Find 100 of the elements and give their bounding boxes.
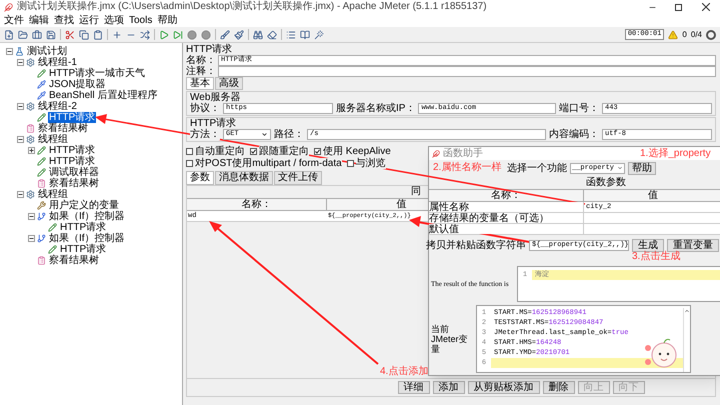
scissors-icon[interactable] [65, 30, 75, 40]
generate-button[interactable]: 生成 [632, 239, 664, 252]
wand-icon[interactable] [314, 30, 324, 40]
field-label: 注释： [186, 66, 216, 77]
tree-item[interactable]: 调试取样器 [48, 167, 100, 178]
tab[interactable]: 文件上传 [274, 171, 322, 185]
tree-item[interactable]: 察看结果树 [48, 255, 100, 266]
menu-item[interactable]: 帮助 [157, 14, 178, 26]
collapse-icon[interactable] [17, 59, 24, 66]
brush-icon[interactable] [220, 30, 230, 40]
menu-item[interactable]: 文件 [4, 14, 24, 26]
collapse-icon[interactable] [28, 235, 35, 242]
tree-item[interactable]: HTTP请求 [48, 112, 96, 123]
tree-item[interactable]: 察看结果树 [37, 123, 89, 134]
annotation-text: 2.属性名称一样 [433, 162, 502, 173]
tree-item[interactable]: 如果（If）控制器 [48, 233, 126, 244]
action-button[interactable]: 从剪贴板添加 [468, 381, 540, 394]
menu-item[interactable]: 编辑 [29, 14, 49, 26]
list-icon[interactable] [286, 30, 296, 40]
pipette-icon [37, 80, 46, 89]
tree-item[interactable]: HTTP请求一城市天气 [48, 68, 146, 79]
collapse-icon[interactable] [17, 191, 24, 198]
pencil-icon [37, 146, 46, 155]
shuffle-icon[interactable] [140, 30, 150, 40]
tree-item[interactable]: HTTP请求 [48, 156, 96, 167]
gear-icon [26, 135, 35, 144]
scroll-up-icon [684, 308, 690, 314]
section-title: 函数参数 [585, 177, 627, 189]
tree-item[interactable]: 线程组 [37, 134, 69, 145]
checkbox-label: 跟随重定向 [259, 146, 309, 156]
pencil-icon [37, 113, 46, 122]
save-icon[interactable] [46, 30, 56, 40]
new-file-icon[interactable] [4, 30, 14, 40]
action-button[interactable]: 详细 [398, 381, 430, 394]
pencil-icon [37, 157, 46, 166]
book-icon[interactable] [300, 30, 310, 40]
briefcase-icon[interactable] [32, 30, 42, 40]
checkbox[interactable] [314, 148, 321, 154]
clipboard-icon [26, 124, 35, 133]
checkbox[interactable] [250, 148, 257, 154]
close-icon[interactable] [702, 3, 710, 11]
tree-item[interactable]: JSON提取器 [48, 79, 107, 90]
action-button[interactable]: 添加 [432, 381, 464, 394]
tab[interactable]: 高级 [215, 77, 243, 90]
pipette-icon [37, 91, 46, 100]
checkbox-label: 与浏览 [356, 158, 386, 168]
menu-item[interactable]: 运行 [79, 14, 99, 26]
tree-item[interactable]: BeanShell 后置处理程序 [48, 90, 158, 101]
menu-item[interactable]: Tools [129, 14, 152, 26]
collapse-icon[interactable] [17, 103, 24, 110]
tree-item[interactable]: 线程组 [37, 189, 69, 200]
flask-icon [15, 47, 24, 56]
skip-forward-icon[interactable] [173, 30, 183, 40]
help-button[interactable]: 帮助 [628, 162, 656, 174]
comment-field[interactable] [218, 66, 716, 77]
collapse-icon[interactable] [6, 48, 13, 55]
gear-icon [26, 102, 35, 111]
field-label: 内容编码： [549, 129, 599, 140]
tree-item[interactable]: HTTP请求 [59, 222, 108, 233]
tree-item[interactable]: 线程组-2 [37, 101, 78, 112]
gear-icon [26, 58, 35, 67]
action-button[interactable]: 删除 [542, 381, 574, 394]
caret-icon [617, 165, 623, 171]
tree-item[interactable]: 用户定义的变量 [48, 200, 120, 211]
stop-icon[interactable] [187, 30, 197, 40]
search-icon[interactable] [253, 30, 263, 40]
annotation-text: 4.点击添加 [380, 366, 428, 377]
app-icon [432, 150, 440, 158]
tab[interactable]: 参数 [186, 171, 214, 185]
collapse-icon[interactable] [17, 136, 24, 143]
eraser-icon[interactable] [267, 30, 277, 40]
menu-item[interactable]: 选项 [104, 14, 124, 26]
folder-icon[interactable] [18, 30, 28, 40]
checkbox[interactable] [186, 148, 193, 154]
wrench-icon [37, 201, 46, 210]
tree-item[interactable]: 如果（If）控制器 [48, 211, 126, 222]
copy-icon[interactable] [79, 30, 89, 40]
tab[interactable]: 基本 [186, 77, 214, 90]
play-icon[interactable] [159, 30, 169, 40]
warning-count: 0 [682, 28, 687, 40]
paintbrush-icon[interactable] [234, 30, 244, 40]
checkbox[interactable] [346, 160, 354, 166]
checkbox[interactable] [186, 160, 193, 166]
plus-icon[interactable] [112, 30, 122, 40]
reset-button[interactable]: 重置变量 [667, 239, 719, 252]
app-icon [4, 2, 13, 12]
tree-item[interactable]: HTTP请求 [48, 145, 96, 156]
clipboard-icon[interactable] [93, 30, 103, 40]
collapse-icon[interactable] [28, 213, 35, 220]
tree-item[interactable]: 察看结果树 [48, 178, 100, 189]
column-header: 名称： [187, 199, 327, 210]
tree-item[interactable]: 线程组-1 [37, 57, 78, 68]
menu-item[interactable]: 查找 [54, 14, 74, 26]
branch-icon [37, 212, 46, 221]
tree-item[interactable]: HTTP请求 [59, 244, 108, 255]
tab[interactable]: 消息体数据 [215, 171, 273, 185]
maximize-icon[interactable] [675, 4, 682, 10]
field-label: 协议： [190, 103, 220, 114]
expand-icon[interactable] [28, 147, 35, 154]
tree-item[interactable]: 测试计划 [26, 46, 68, 57]
